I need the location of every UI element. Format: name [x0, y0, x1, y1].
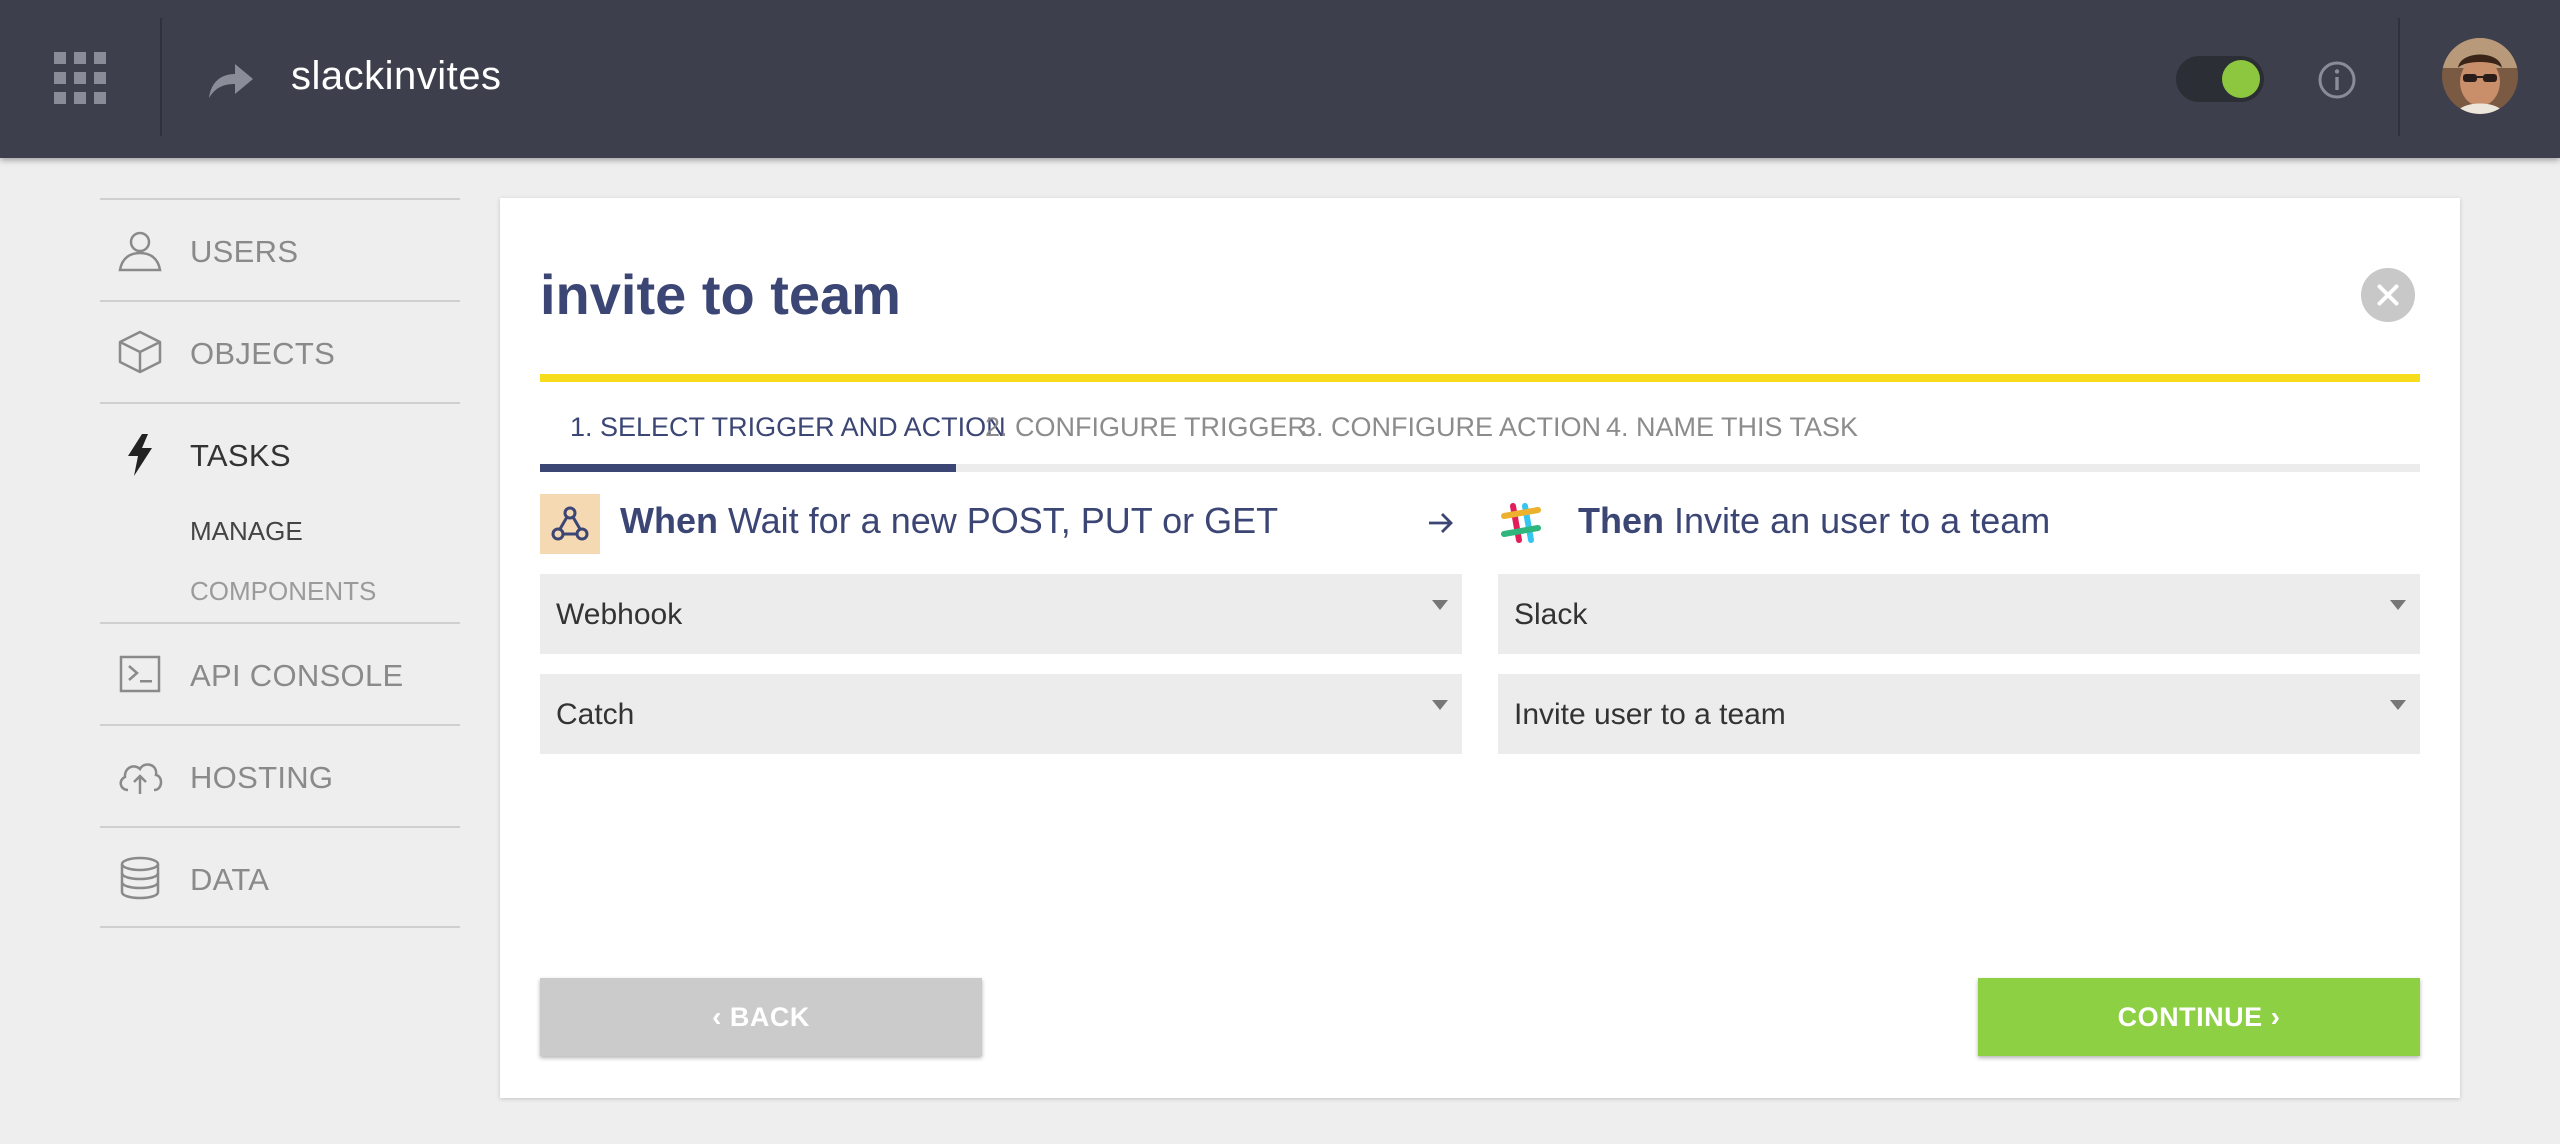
progress-bar [540, 374, 2420, 382]
avatar-image [2442, 38, 2518, 114]
top-bar: slackinvites [0, 0, 2560, 158]
tab-name-task[interactable]: 4. NAME THIS TASK [1606, 412, 1858, 472]
subnav-manage[interactable]: MANAGE [190, 516, 303, 547]
action-event-value: Invite user to a team [1514, 698, 1786, 731]
sidebar-item-hosting[interactable]: HOSTING [100, 724, 460, 826]
trigger-service-select[interactable]: Webhook [540, 574, 1462, 654]
toggle-switch[interactable] [2176, 56, 2264, 102]
trigger-event-value: Catch [556, 698, 635, 731]
task-card: invite to team 1. SELECT TRIGGER AND ACT… [500, 198, 2460, 1098]
header-divider [160, 18, 162, 136]
arrow-right-icon [1429, 513, 1453, 533]
cube-icon [118, 330, 162, 374]
action-service-value: Slack [1514, 598, 1588, 631]
slack-icon [1501, 503, 1541, 543]
sidebar-item-api-console[interactable]: API CONSOLE [100, 622, 460, 724]
chevron-left-icon: ‹ [712, 1001, 722, 1032]
sidebar-item-label: DATA [190, 862, 270, 897]
sidebar-item-label: HOSTING [190, 760, 334, 795]
action-text: Invite an user to a team [1674, 500, 2051, 541]
trigger-text: Wait for a new POST, PUT or GET [728, 500, 1279, 541]
chevron-down-icon [2390, 600, 2406, 610]
sidebar: USERS OBJECTS TASKS MANAGE COMPONENTS AP… [100, 198, 460, 928]
sidebar-item-objects[interactable]: OBJECTS [100, 300, 460, 402]
lightning-icon [128, 434, 152, 476]
back-button[interactable]: ‹ BACK [540, 978, 982, 1056]
tab-select-trigger-action[interactable]: 1. SELECT TRIGGER AND ACTION [570, 412, 1006, 472]
sidebar-item-label: API CONSOLE [190, 658, 404, 693]
trigger-service-value: Webhook [556, 598, 683, 631]
action-event-select[interactable]: Invite user to a team [1498, 674, 2420, 754]
active-tab-indicator [540, 464, 956, 472]
share-arrow-icon [209, 64, 253, 98]
grid-icon[interactable] [54, 52, 106, 104]
sidebar-item-label: USERS [190, 234, 299, 269]
chevron-down-icon [1432, 700, 1448, 710]
terminal-icon [119, 655, 161, 693]
trigger-prefix: When [620, 500, 718, 541]
step-tabs: 1. SELECT TRIGGER AND ACTION 2. CONFIGUR… [540, 412, 2420, 472]
webhook-icon [540, 494, 600, 554]
subnav-components[interactable]: COMPONENTS [190, 576, 376, 607]
action-service-select[interactable]: Slack [1498, 574, 2420, 654]
database-icon [120, 856, 160, 900]
trigger-description: When Wait for a new POST, PUT or GET [620, 500, 1278, 542]
info-icon[interactable] [2317, 60, 2357, 100]
cloud-upload-icon [119, 763, 163, 794]
chevron-down-icon [2390, 700, 2406, 710]
chevron-down-icon [1432, 600, 1448, 610]
app-title: slackinvites [291, 54, 502, 98]
tab-configure-action[interactable]: 3. CONFIGURE ACTION [1301, 412, 1601, 472]
action-description: Then Invite an user to a team [1578, 500, 2050, 542]
page-title: invite to team [540, 263, 901, 326]
sidebar-item-users[interactable]: USERS [100, 198, 460, 300]
user-icon [118, 231, 162, 272]
sidebar-item-label: OBJECTS [190, 336, 336, 371]
chevron-right-icon: › [2270, 1001, 2281, 1032]
avatar[interactable] [2442, 38, 2518, 114]
continue-label: CONTINUE [2117, 1002, 2263, 1032]
back-label: BACK [729, 1002, 810, 1032]
action-prefix: Then [1578, 500, 1664, 541]
continue-button[interactable]: CONTINUE › [1978, 978, 2420, 1056]
sidebar-item-tasks[interactable]: TASKS MANAGE COMPONENTS [100, 402, 460, 622]
trigger-event-select[interactable]: Catch [540, 674, 1462, 754]
sidebar-item-data[interactable]: DATA [100, 826, 460, 928]
tab-configure-trigger[interactable]: 2. CONFIGURE TRIGGER [985, 412, 1307, 472]
header-divider [2398, 18, 2400, 136]
toggle-knob [2222, 60, 2260, 98]
close-icon[interactable] [2361, 268, 2415, 322]
sidebar-item-label: TASKS [190, 438, 291, 473]
